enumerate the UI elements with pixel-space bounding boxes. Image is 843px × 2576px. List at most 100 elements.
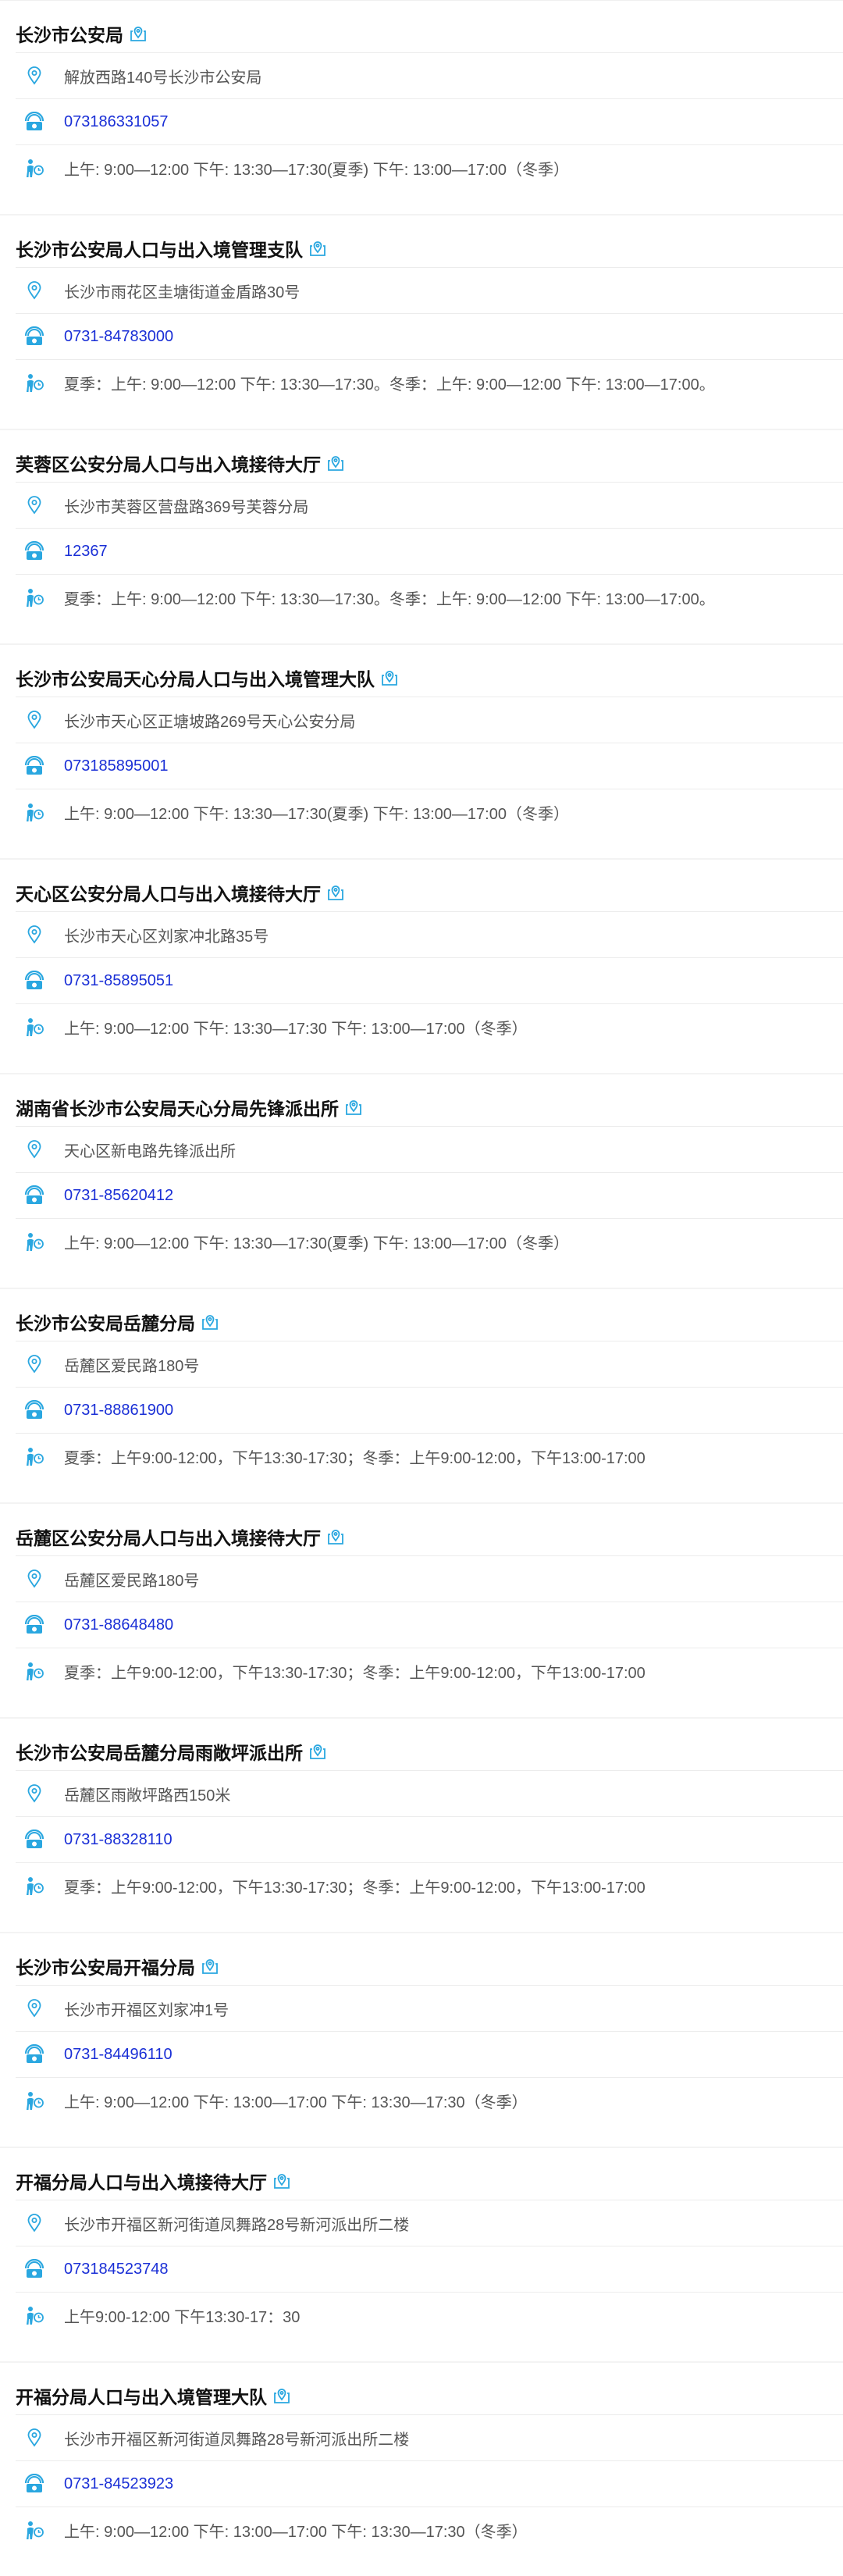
person-clock-icon: [19, 1446, 50, 1466]
location-pin-icon: [19, 2214, 50, 2232]
address-row: 岳麓区雨敞坪路西150米: [16, 1770, 843, 1816]
office-name: 长沙市公安局: [16, 25, 123, 45]
phone-icon[interactable]: [19, 1615, 50, 1635]
office-address: 长沙市天心区正塘坡路269号天心公安分局: [64, 713, 356, 731]
hours-row: 上午: 9:00—12:00 下午: 13:30—17:30(夏季) 下午: 1…: [16, 789, 843, 835]
office-hours: 夏季：上午9:00-12:00，下午13:30-17:30；冬季：上午9:00-…: [64, 1879, 646, 1897]
phone-number-link[interactable]: 0731-88328110: [64, 1831, 173, 1849]
phone-number-link[interactable]: 0731-88648480: [64, 1616, 173, 1634]
office-hours: 夏季：上午9:00-12:00，下午13:30-17:30；冬季：上午9:00-…: [64, 1449, 646, 1467]
phone-row[interactable]: 073186331057: [16, 98, 843, 144]
office-card: 岳麓区公安分局人口与出入境接待大厅 岳麓区爱民路180号 0731-886484…: [0, 1502, 843, 1717]
office-title-row: 岳麓区公安分局人口与出入境接待大厅: [0, 1518, 843, 1555]
office-card: 长沙市公安局岳麓分局 岳麓区爱民路180号 0731-88861900 夏季：上…: [0, 1288, 843, 1502]
office-title-row: 长沙市公安局天心分局人口与出入境管理大队: [0, 659, 843, 697]
office-hours: 夏季：上午9:00-12:00，下午13:30-17:30；冬季：上午9:00-…: [64, 1664, 646, 1682]
office-title-row: 长沙市公安局岳麓分局雨敞坪派出所: [0, 1733, 843, 1770]
phone-icon[interactable]: [19, 2044, 50, 2065]
map-marker-icon[interactable]: [273, 2387, 290, 2404]
phone-icon[interactable]: [19, 756, 50, 776]
address-row: 岳麓区爱民路180号: [16, 1341, 843, 1387]
person-clock-icon: [19, 2305, 50, 2325]
hours-row: 上午: 9:00—12:00 下午: 13:30—17:30(夏季) 下午: 1…: [16, 144, 843, 191]
phone-number-link[interactable]: 0731-85895051: [64, 972, 173, 990]
person-clock-icon: [19, 372, 50, 393]
map-marker-icon[interactable]: [201, 1958, 219, 1975]
phone-number-link[interactable]: 0731-84783000: [64, 328, 173, 346]
map-marker-icon[interactable]: [327, 884, 344, 901]
office-name: 长沙市公安局岳麓分局: [16, 1313, 195, 1334]
office-title-row: 长沙市公安局人口与出入境管理支队: [0, 230, 843, 267]
office-name: 开福分局人口与出入境管理大队: [16, 2387, 267, 2407]
office-name: 长沙市公安局天心分局人口与出入境管理大队: [16, 669, 375, 689]
office-card: 长沙市公安局人口与出入境管理支队 长沙市雨花区圭塘街道金盾路30号 0731-8…: [0, 214, 843, 429]
office-list: 长沙市公安局 解放西路140号长沙市公安局 073186331057 上午: 9…: [0, 0, 843, 2576]
phone-icon[interactable]: [19, 112, 50, 132]
office-title-row: 开福分局人口与出入境管理大队: [0, 2377, 843, 2414]
office-card: 长沙市公安局 解放西路140号长沙市公安局 073186331057 上午: 9…: [0, 0, 843, 214]
office-card: 天心区公安分局人口与出入境接待大厅 长沙市天心区刘家冲北路35号 0731-85…: [0, 858, 843, 1073]
phone-number-link[interactable]: 0731-85620412: [64, 1187, 173, 1205]
phone-icon[interactable]: [19, 541, 50, 561]
phone-icon[interactable]: [19, 2474, 50, 2494]
office-address: 长沙市芙蓉区营盘路369号芙蓉分局: [64, 498, 309, 516]
phone-number-link[interactable]: 073184523748: [64, 2261, 168, 2278]
office-hours: 上午: 9:00—12:00 下午: 13:00—17:00 下午: 13:30…: [64, 2093, 528, 2111]
map-marker-icon[interactable]: [309, 1743, 326, 1760]
phone-number-link[interactable]: 073186331057: [64, 113, 168, 131]
phone-row[interactable]: 073185895001: [16, 743, 843, 789]
person-clock-icon: [19, 158, 50, 178]
phone-icon[interactable]: [19, 326, 50, 347]
phone-number-link[interactable]: 12367: [64, 543, 108, 561]
phone-row[interactable]: 0731-88861900: [16, 1387, 843, 1433]
phone-number-link[interactable]: 073185895001: [64, 757, 168, 775]
hours-row: 上午: 9:00—12:00 下午: 13:30—17:30 下午: 13:00…: [16, 1003, 843, 1049]
map-marker-icon[interactable]: [309, 240, 326, 257]
person-clock-icon: [19, 1661, 50, 1681]
address-row: 长沙市开福区新河街道凤舞路28号新河派出所二楼: [16, 2414, 843, 2460]
office-name: 长沙市公安局岳麓分局雨敞坪派出所: [16, 1743, 303, 1763]
phone-number-link[interactable]: 0731-88861900: [64, 1402, 173, 1420]
phone-number-link[interactable]: 0731-84496110: [64, 2046, 173, 2064]
office-address: 天心区新电路先锋派出所: [64, 1142, 236, 1160]
office-hours: 上午9:00-12:00 下午13:30-17：30: [64, 2308, 301, 2326]
office-address: 长沙市天心区刘家冲北路35号: [64, 928, 269, 946]
phone-row[interactable]: 0731-84496110: [16, 2031, 843, 2077]
phone-icon[interactable]: [19, 1830, 50, 1850]
phone-number-link[interactable]: 0731-84523923: [64, 2475, 173, 2493]
phone-icon[interactable]: [19, 971, 50, 991]
phone-row[interactable]: 0731-88648480: [16, 1602, 843, 1648]
location-pin-icon: [19, 925, 50, 944]
phone-icon[interactable]: [19, 1185, 50, 1206]
map-marker-icon[interactable]: [327, 454, 344, 472]
map-marker-icon[interactable]: [345, 1099, 362, 1116]
map-marker-icon[interactable]: [381, 669, 398, 686]
phone-row[interactable]: 0731-84523923: [16, 2460, 843, 2507]
office-hours: 上午: 9:00—12:00 下午: 13:30—17:30(夏季) 下午: 1…: [64, 1235, 569, 1252]
office-hours: 夏季：上午: 9:00—12:00 下午: 13:30—17:30。冬季：上午:…: [64, 376, 715, 394]
office-card: 芙蓉区公安分局人口与出入境接待大厅 长沙市芙蓉区营盘路369号芙蓉分局 1236…: [0, 429, 843, 643]
office-card: 开福分局人口与出入境管理大队 长沙市开福区新河街道凤舞路28号新河派出所二楼 0…: [0, 2361, 843, 2576]
map-marker-icon[interactable]: [273, 2172, 290, 2189]
office-hours: 上午: 9:00—12:00 下午: 13:30—17:30(夏季) 下午: 1…: [64, 805, 569, 823]
phone-row[interactable]: 0731-84783000: [16, 313, 843, 359]
office-card: 长沙市公安局岳麓分局雨敞坪派出所 岳麓区雨敞坪路西150米 0731-88328…: [0, 1717, 843, 1932]
office-title-row: 天心区公安分局人口与出入境接待大厅: [0, 874, 843, 911]
office-card: 开福分局人口与出入境接待大厅 长沙市开福区新河街道凤舞路28号新河派出所二楼 0…: [0, 2147, 843, 2361]
phone-row[interactable]: 073184523748: [16, 2246, 843, 2292]
phone-row[interactable]: 0731-88328110: [16, 1816, 843, 1862]
map-marker-icon[interactable]: [130, 25, 147, 42]
hours-row: 上午: 9:00—12:00 下午: 13:30—17:30(夏季) 下午: 1…: [16, 1218, 843, 1264]
map-marker-icon[interactable]: [201, 1313, 219, 1331]
phone-row[interactable]: 0731-85895051: [16, 957, 843, 1003]
hours-row: 夏季：上午9:00-12:00，下午13:30-17:30；冬季：上午9:00-…: [16, 1433, 843, 1479]
phone-icon[interactable]: [19, 2259, 50, 2279]
phone-row[interactable]: 0731-85620412: [16, 1172, 843, 1218]
map-marker-icon[interactable]: [327, 1528, 344, 1545]
phone-icon[interactable]: [19, 1400, 50, 1420]
location-pin-icon: [19, 2428, 50, 2447]
office-title-row: 长沙市公安局岳麓分局: [0, 1303, 843, 1341]
address-row: 长沙市天心区刘家冲北路35号: [16, 911, 843, 957]
office-title-row: 开福分局人口与出入境接待大厅: [0, 2162, 843, 2200]
phone-row[interactable]: 12367: [16, 528, 843, 574]
